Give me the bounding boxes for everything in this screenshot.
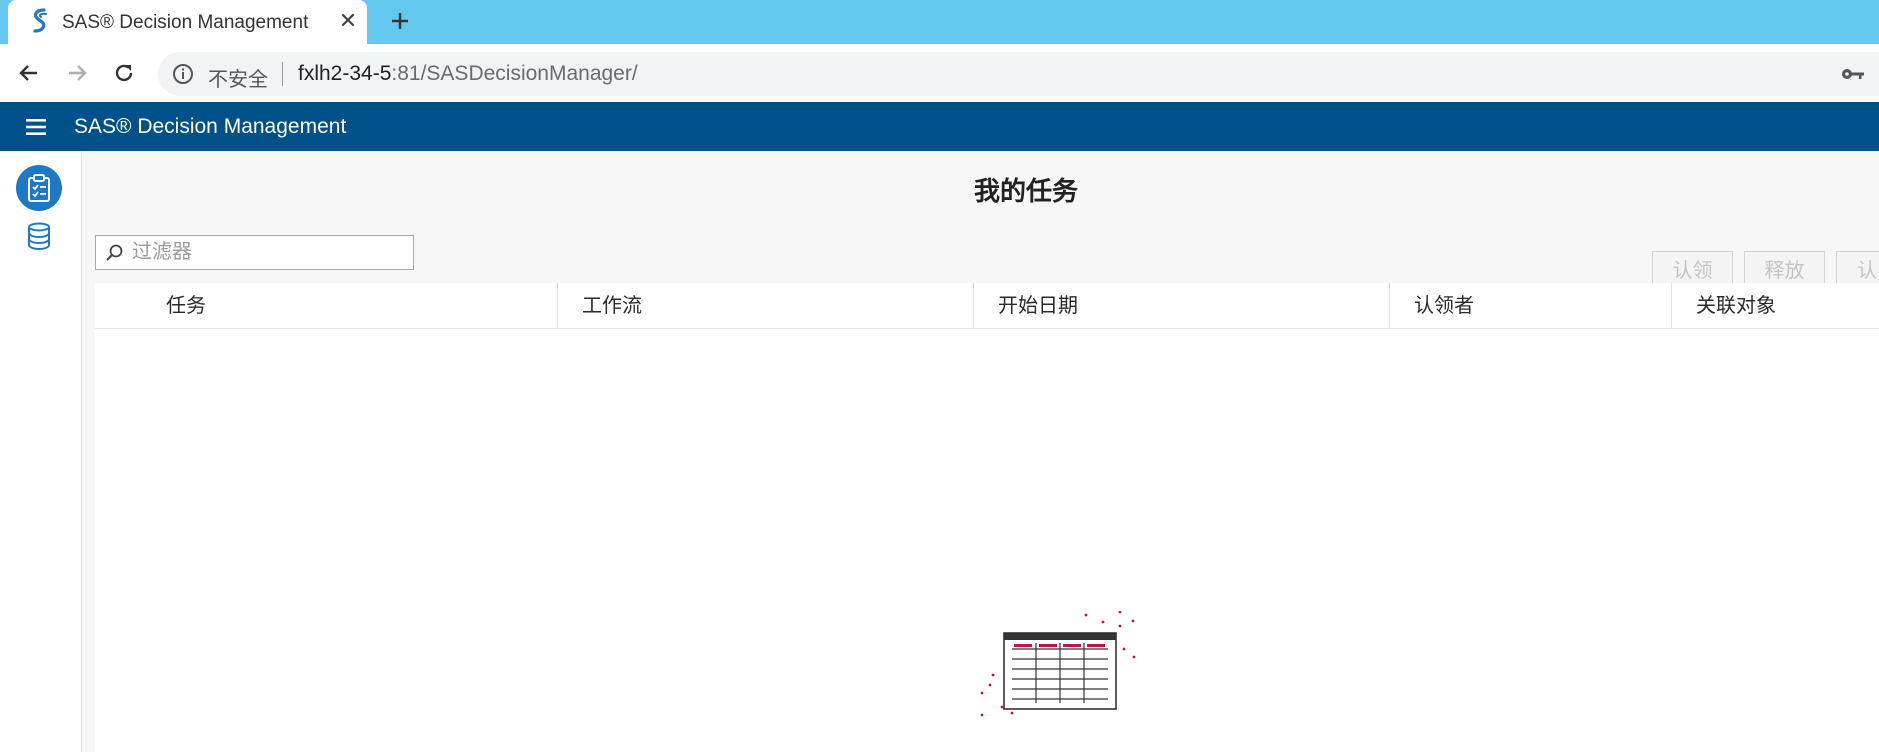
url-host: fxlh2-34-5 <box>298 62 392 85</box>
claim-more-button[interactable]: 认 <box>1836 251 1879 285</box>
column-header-task[interactable]: 任务 <box>166 283 206 329</box>
clipboard-checklist-icon <box>28 174 50 202</box>
sas-logo-icon <box>28 6 52 36</box>
filter-box[interactable] <box>95 235 414 270</box>
info-icon[interactable] <box>172 63 194 85</box>
back-arrow-icon[interactable] <box>14 58 44 88</box>
data-nav-button[interactable] <box>25 221 53 251</box>
column-header-workflow[interactable]: 工作流 <box>582 283 642 329</box>
database-icon <box>28 222 50 250</box>
omnibox-divider <box>282 62 283 86</box>
main-content: 我的任务 认领 释放 认 任务 工作流 开始日期 认领者 关联对象 <box>83 151 1879 752</box>
key-icon[interactable] <box>1840 64 1866 84</box>
column-header-related-object[interactable]: 关联对象 <box>1696 283 1776 329</box>
column-header-claimant[interactable]: 认领者 <box>1414 283 1474 329</box>
reload-icon[interactable] <box>109 58 139 88</box>
browser-toolbar: 不安全 fxlh2-34-5:81/SASDecisionManager/ <box>0 44 1879 102</box>
claim-button[interactable]: 认领 <box>1652 251 1733 285</box>
column-divider[interactable] <box>1389 283 1390 329</box>
left-nav-rail <box>0 151 82 752</box>
security-label: 不安全 <box>208 69 268 91</box>
hamburger-menu-icon[interactable] <box>26 117 48 137</box>
release-button[interactable]: 释放 <box>1744 251 1825 285</box>
column-divider[interactable] <box>557 283 558 329</box>
app-title: SAS® Decision Management <box>74 115 347 138</box>
address-bar[interactable]: 不安全 fxlh2-34-5:81/SASDecisionManager/ <box>158 52 1879 96</box>
empty-table-illustration-icon <box>980 611 1136 717</box>
column-divider[interactable] <box>973 283 974 329</box>
browser-tab-strip: SAS® Decision Management ✕ <box>0 0 1879 44</box>
close-tab-icon[interactable]: ✕ <box>336 8 360 33</box>
search-icon <box>106 244 123 261</box>
column-header-start-date[interactable]: 开始日期 <box>998 283 1078 329</box>
column-divider[interactable] <box>1671 283 1672 329</box>
filter-input[interactable] <box>130 238 410 267</box>
my-tasks-nav-button[interactable] <box>16 165 62 211</box>
tab-title: SAS® Decision Management <box>62 12 309 33</box>
url-path: :81/SASDecisionManager/ <box>391 62 638 85</box>
app-header: SAS® Decision Management <box>0 102 1879 151</box>
forward-arrow-icon[interactable] <box>62 58 92 88</box>
url-text[interactable]: fxlh2-34-5:81/SASDecisionManager/ <box>298 62 638 86</box>
tasks-table-header: 任务 工作流 开始日期 认领者 关联对象 <box>95 283 1879 329</box>
browser-tab[interactable]: SAS® Decision Management ✕ <box>8 0 367 44</box>
page-title: 我的任务 <box>973 176 1078 206</box>
new-tab-icon[interactable] <box>385 6 415 36</box>
